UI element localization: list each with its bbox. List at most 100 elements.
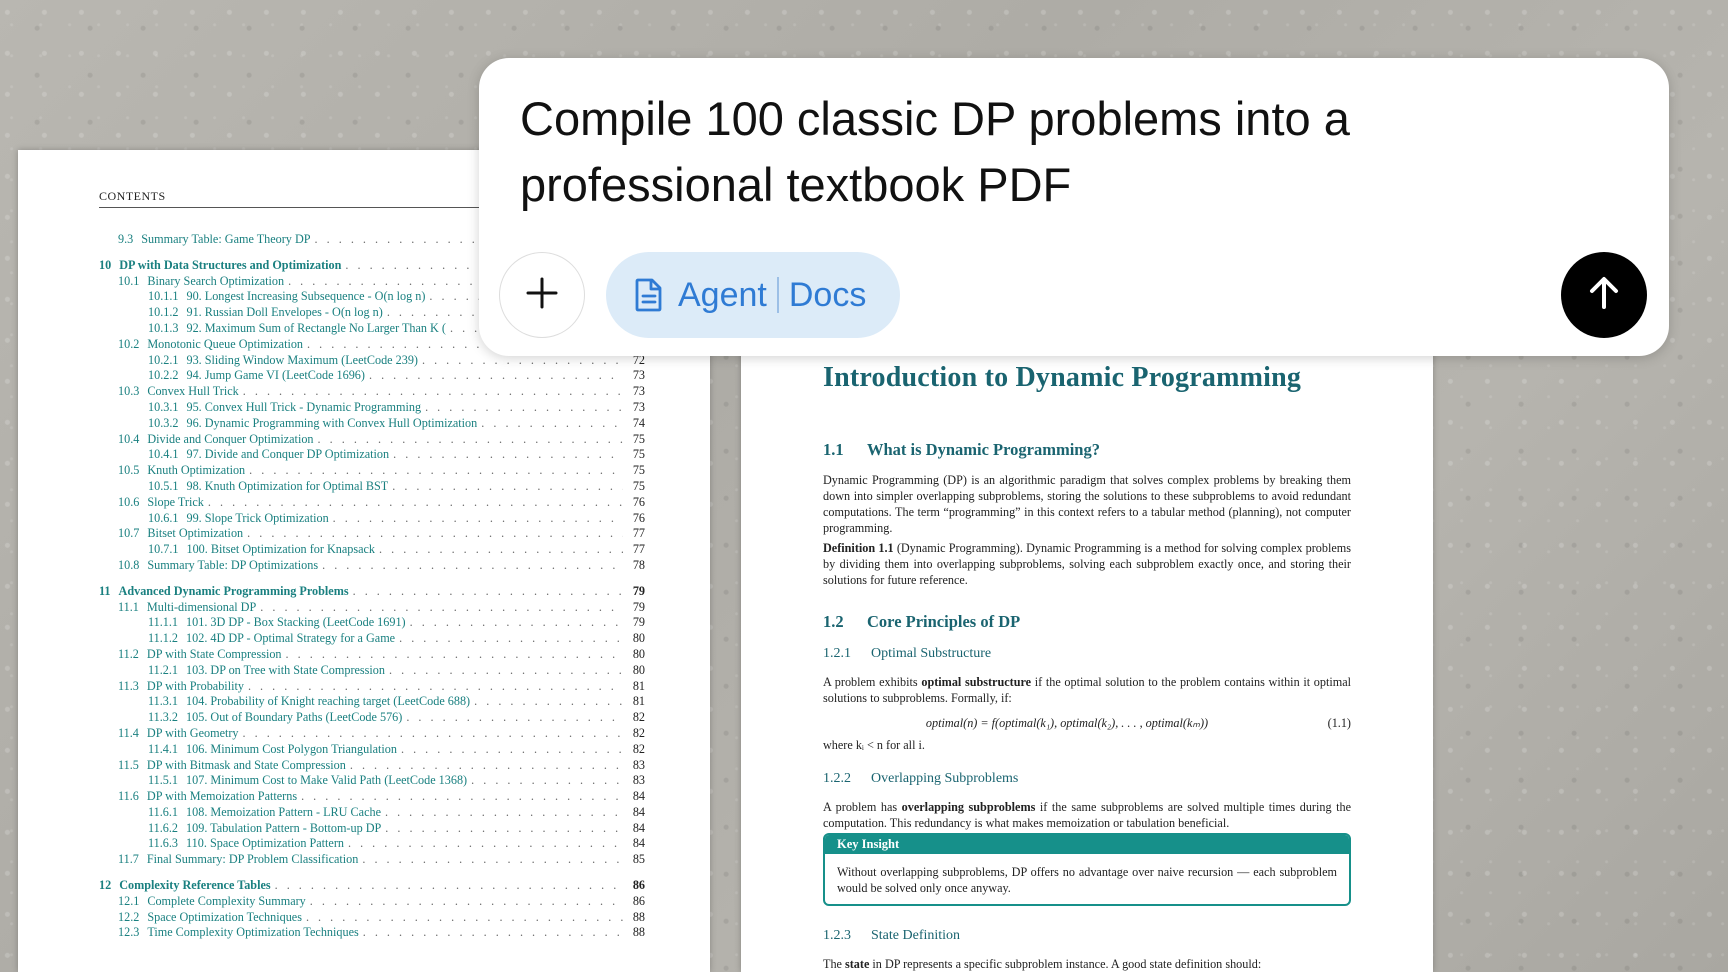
toc-entry[interactable]: 12.2 Space Optimization Techniques 88 — [99, 910, 645, 926]
toc-entry[interactable]: 10.5 Knuth Optimization 75 — [99, 463, 645, 479]
toc-entry[interactable]: 10.8 Summary Table: DP Optimizations 78 — [99, 558, 645, 574]
subsection-title: Overlapping Subproblems — [871, 771, 1019, 786]
toc-chapter-entry[interactable]: 12 Complexity Reference Tables 86 — [99, 878, 645, 894]
toc-entry[interactable]: 10.5.1 98. Knuth Optimization for Optimal… — [99, 479, 645, 495]
toc-entry[interactable]: 11.5 DP with Bitmask and State Compressio… — [99, 758, 645, 774]
chip-label-docs: Docs — [788, 275, 867, 314]
toc-entry[interactable]: 11.6.3 110. Space Optimization Pattern 84 — [99, 836, 645, 852]
subsection-heading: 1.2.3 State Definition — [823, 928, 1351, 944]
toc-number: 11.6.3 — [148, 836, 179, 851]
section-number: 1.1 — [823, 440, 844, 459]
toc-entry[interactable]: 11.4 DP with Geometry 82 — [99, 726, 645, 742]
toc-number: 9.3 — [118, 232, 134, 246]
toc-entry[interactable]: 11.2.1 103. DP on Tree with State Compres… — [99, 663, 645, 679]
subsection-number: 1.2.1 — [823, 646, 851, 661]
toc-entry[interactable]: 10.6.1 99. Slope Trick Optimization 76 — [99, 511, 645, 527]
toc-page-number: 80 — [632, 662, 645, 677]
toc-page-number: 75 — [632, 431, 645, 446]
toc-title: Divide and Conquer Optimization — [147, 431, 314, 446]
toc-title: 108. Memoization Pattern - LRU Cache — [186, 804, 381, 819]
toc-page-number: 86 — [632, 878, 645, 893]
toc-title: 105. Out of Boundary Paths (LeetCode 576… — [186, 710, 403, 725]
toc-entry[interactable]: 11.7 Final Summary: DP Problem Classifica… — [99, 852, 645, 868]
toc-entry[interactable]: 12.1 Complete Complexity Summary 86 — [99, 894, 645, 910]
toc-entry[interactable]: 11.4.1 106. Minimum Cost Polygon Triangul… — [99, 742, 645, 758]
toc-title: 93. Sliding Window Maximum (LeetCode 239… — [186, 352, 418, 367]
toc-entry[interactable]: 10.4.1 97. Divide and Conquer DP Optimiza… — [99, 447, 645, 463]
toc-title: Binary Search Optimization — [147, 273, 285, 288]
toc-entry[interactable]: 10.2.2 94. Jump Game VI (LeetCode 1696) 73 — [99, 368, 645, 384]
toc-entry[interactable]: 10.3.2 96. Dynamic Programming with Conve… — [99, 416, 645, 432]
plus-icon — [524, 275, 560, 316]
subsection-heading: 1.2.2 Overlapping Subproblems — [823, 771, 1351, 787]
toc-chapter-entry[interactable]: 11 Advanced Dynamic Programming Problems 7… — [99, 584, 645, 600]
toc-title: Bitset Optimization — [147, 526, 244, 541]
toc-leader-dots — [301, 789, 623, 804]
toc-leader-dots — [260, 600, 623, 615]
definition-label: Definition 1.1 — [823, 541, 894, 555]
toc-leader-dots — [389, 663, 623, 678]
toc-entry[interactable]: 11.2 DP with State Compression 80 — [99, 647, 645, 663]
toc-title: 97. Divide and Conquer DP Optimization — [186, 447, 390, 462]
toc-number: 10.1 — [118, 273, 140, 288]
toc-page-number: 77 — [632, 526, 645, 541]
toc-number: 11.6 — [118, 789, 139, 804]
toc-entry[interactable]: 11.6.1 108. Memoization Pattern - LRU Cac… — [99, 805, 645, 821]
toc-entry[interactable]: 11.3.1 104. Probability of Knight reachin… — [99, 694, 645, 710]
section-number: 1.2 — [823, 612, 844, 631]
toc-entry[interactable]: 12.3 Time Complexity Optimization Techniq… — [99, 925, 645, 941]
subsection-number: 1.2.3 — [823, 928, 851, 943]
toc-title: Space Optimization Techniques — [147, 909, 302, 924]
toc-title: Advanced Dynamic Programming Problems — [118, 583, 349, 598]
toc-title: Convex Hull Trick — [147, 384, 239, 399]
insight-heading: Key Insight — [825, 835, 1349, 854]
toc-leader-dots — [348, 836, 623, 851]
toc-entry[interactable]: 10.7.1 100. Bitset Optimization for Knaps… — [99, 542, 645, 558]
send-button[interactable] — [1561, 252, 1647, 338]
toc-number: 10.8 — [118, 557, 140, 572]
toc-page-number: 80 — [632, 646, 645, 661]
toc-page-number: 81 — [632, 694, 645, 709]
toc-entry[interactable]: 11.1.2 102. 4D DP - Optimal Strategy for … — [99, 631, 645, 647]
toc-entry[interactable]: 11.3 DP with Probability 81 — [99, 679, 645, 695]
chip-label-agent: Agent — [678, 275, 767, 314]
toc-number: 11.5 — [118, 757, 139, 772]
key-insight-box: Key Insight Without overlapping subprobl… — [823, 833, 1351, 906]
toc-entry[interactable]: 11.1.1 101. 3D DP - Box Stacking (LeetCod… — [99, 615, 645, 631]
toc-page-number: 82 — [632, 741, 645, 756]
toc-leader-dots — [401, 742, 623, 757]
prompt-input[interactable]: Compile 100 classic DP problems into a p… — [520, 86, 1600, 218]
toc-page-number: 78 — [632, 557, 645, 572]
toc-page-number: 88 — [632, 925, 645, 940]
toc-entry[interactable]: 11.3.2 105. Out of Boundary Paths (LeetCo… — [99, 710, 645, 726]
toc-leader-dots — [410, 615, 623, 630]
toc-number: 11.3.2 — [148, 710, 179, 725]
toc-entry[interactable]: 11.6.2 109. Tabulation Pattern - Bottom-u… — [99, 821, 645, 837]
toc-leader-dots — [333, 511, 623, 526]
toc-title: 98. Knuth Optimization for Optimal BST — [186, 478, 389, 493]
toc-number: 10.2 — [118, 336, 140, 351]
toc-leader-dots — [393, 447, 623, 462]
toc-leader-dots — [353, 584, 623, 599]
toc-leader-dots — [362, 852, 623, 867]
toc-leader-dots — [208, 495, 623, 510]
toc-entry[interactable]: 11.5.1 107. Minimum Cost to Make Valid Pa… — [99, 773, 645, 789]
toc-leader-dots — [369, 368, 623, 383]
toc-entry[interactable]: 10.3.1 95. Convex Hull Trick - Dynamic Pr… — [99, 400, 645, 416]
agent-docs-chip[interactable]: Agent Docs — [606, 252, 900, 338]
toc-number: 10.1.2 — [148, 305, 179, 320]
add-button[interactable] — [499, 252, 585, 338]
chip-divider — [776, 277, 779, 313]
toc-entry[interactable]: 10.4 Divide and Conquer Optimization 75 — [99, 432, 645, 448]
toc-entry[interactable]: 10.3 Convex Hull Trick 73 — [99, 384, 645, 400]
toc-page-number: 81 — [632, 678, 645, 693]
toc-entry[interactable]: 10.7 Bitset Optimization 77 — [99, 526, 645, 542]
toc-entry[interactable]: 11.1 Multi-dimensional DP 79 — [99, 600, 645, 616]
chapter-page: Introduction to Dynamic Programming 1.1 … — [741, 330, 1433, 972]
toc-title: 91. Russian Doll Envelopes - O(n log n) — [186, 305, 383, 320]
toc-entry[interactable]: 10.6 Slope Trick 76 — [99, 495, 645, 511]
toc-entry[interactable]: 11.6 DP with Memoization Patterns 84 — [99, 789, 645, 805]
toc-number: 10.5 — [118, 463, 140, 478]
toc-leader-dots — [248, 679, 623, 694]
toc-page-number: 86 — [632, 893, 645, 908]
